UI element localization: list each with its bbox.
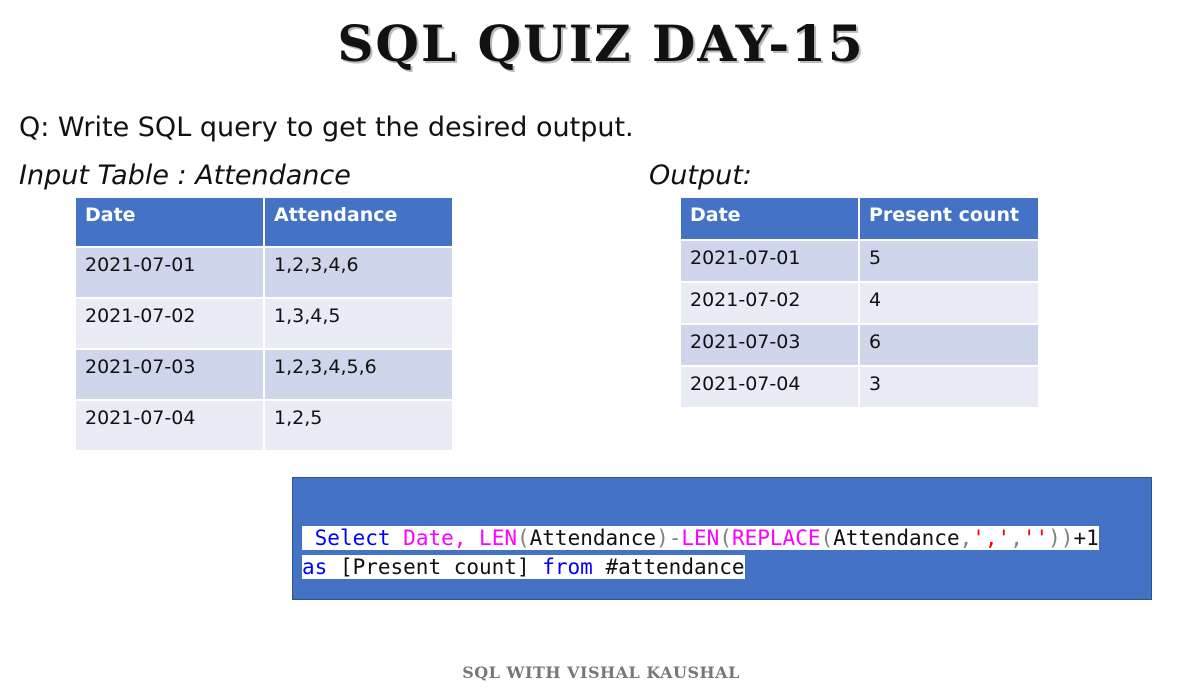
table-row: 2021-07-01 5 [679, 239, 1040, 283]
sql-token: ( [820, 526, 834, 550]
footer-credit: SQL WITH VISHAL KAUSHAL [462, 663, 740, 682]
sql-token: Select [314, 526, 391, 550]
input-header-date: Date [74, 196, 265, 248]
input-cell-date: 2021-07-03 [74, 348, 265, 401]
input-cell-attendance: 1,2,5 [263, 399, 454, 452]
table-row: 2021-07-02 1,3,4,5 [74, 297, 454, 350]
sql-code-line-1-text: Select Date, LEN(Attendance)-LEN(REPLACE… [302, 526, 1099, 550]
sql-token: [Present count] [327, 555, 543, 579]
input-table-header-row: Date Attendance [74, 196, 454, 248]
output-cell-date: 2021-07-01 [679, 239, 860, 283]
table-row: 2021-07-02 4 [679, 281, 1040, 325]
input-cell-attendance: 1,2,3,4,6 [263, 246, 454, 299]
sql-token: ( [516, 526, 530, 550]
input-cell-date: 2021-07-01 [74, 246, 265, 299]
output-cell-date: 2021-07-04 [679, 365, 860, 409]
sql-token: Date, [403, 526, 467, 550]
sql-token: ( [719, 526, 732, 550]
sql-token: REPLACE [731, 526, 821, 550]
output-header-present-count: Present count [858, 196, 1040, 241]
sql-token: LEN [681, 526, 720, 550]
output-cell-count: 6 [858, 323, 1040, 367]
sql-code-line-2-text: as [Present count] from #attendance [302, 555, 745, 579]
sql-token: #attendance [592, 555, 745, 579]
sql-token: , [1010, 526, 1023, 550]
sql-token: ',' [972, 526, 1011, 550]
input-cell-attendance: 1,3,4,5 [263, 297, 454, 350]
sql-token: ) [656, 526, 669, 550]
output-cell-count: 5 [858, 239, 1040, 283]
page-title: SQL QUIZ DAY-15 [337, 14, 865, 73]
output-table-label: Output: [649, 160, 752, 191]
output-table: Date Present count 2021-07-01 5 2021-07-… [679, 196, 1040, 409]
input-table: Date Attendance 2021-07-01 1,2,3,4,6 202… [74, 196, 454, 452]
table-row: 2021-07-03 1,2,3,4,5,6 [74, 348, 454, 401]
input-header-attendance: Attendance [263, 196, 454, 248]
table-row: 2021-07-01 1,2,3,4,6 [74, 246, 454, 299]
sql-token: +1 [1073, 526, 1099, 550]
sql-token: )) [1048, 526, 1074, 550]
output-cell-count: 3 [858, 365, 1040, 409]
sql-token: Attendance [529, 526, 657, 550]
sql-token: LEN [479, 526, 517, 550]
sql-token: , [959, 526, 973, 550]
output-table-header-row: Date Present count [679, 196, 1040, 241]
sql-token: as [302, 555, 328, 579]
output-cell-count: 4 [858, 281, 1040, 325]
sql-token: Attendance [833, 526, 960, 550]
input-cell-attendance: 1,2,3,4,5,6 [263, 348, 454, 401]
sql-code-line-1: Select Date, LEN(Attendance)-LEN(REPLACE… [302, 524, 1099, 552]
input-cell-date: 2021-07-04 [74, 399, 265, 452]
table-row: 2021-07-04 3 [679, 365, 1040, 409]
sql-token: - [668, 526, 682, 550]
sql-token: '' [1022, 526, 1049, 550]
output-cell-date: 2021-07-03 [679, 323, 860, 367]
question-text: Q: Write SQL query to get the desired ou… [19, 112, 634, 143]
table-row: 2021-07-03 6 [679, 323, 1040, 367]
input-cell-date: 2021-07-02 [74, 297, 265, 350]
input-table-label: Input Table : Attendance [19, 160, 351, 191]
sql-token: from [542, 555, 593, 579]
sql-code-box: Select Date, LEN(Attendance)-LEN(REPLACE… [292, 477, 1152, 600]
output-header-date: Date [679, 196, 860, 241]
sql-code-line-2: as [Present count] from #attendance [302, 553, 745, 581]
table-row: 2021-07-04 1,2,5 [74, 399, 454, 452]
output-cell-date: 2021-07-02 [679, 281, 860, 325]
